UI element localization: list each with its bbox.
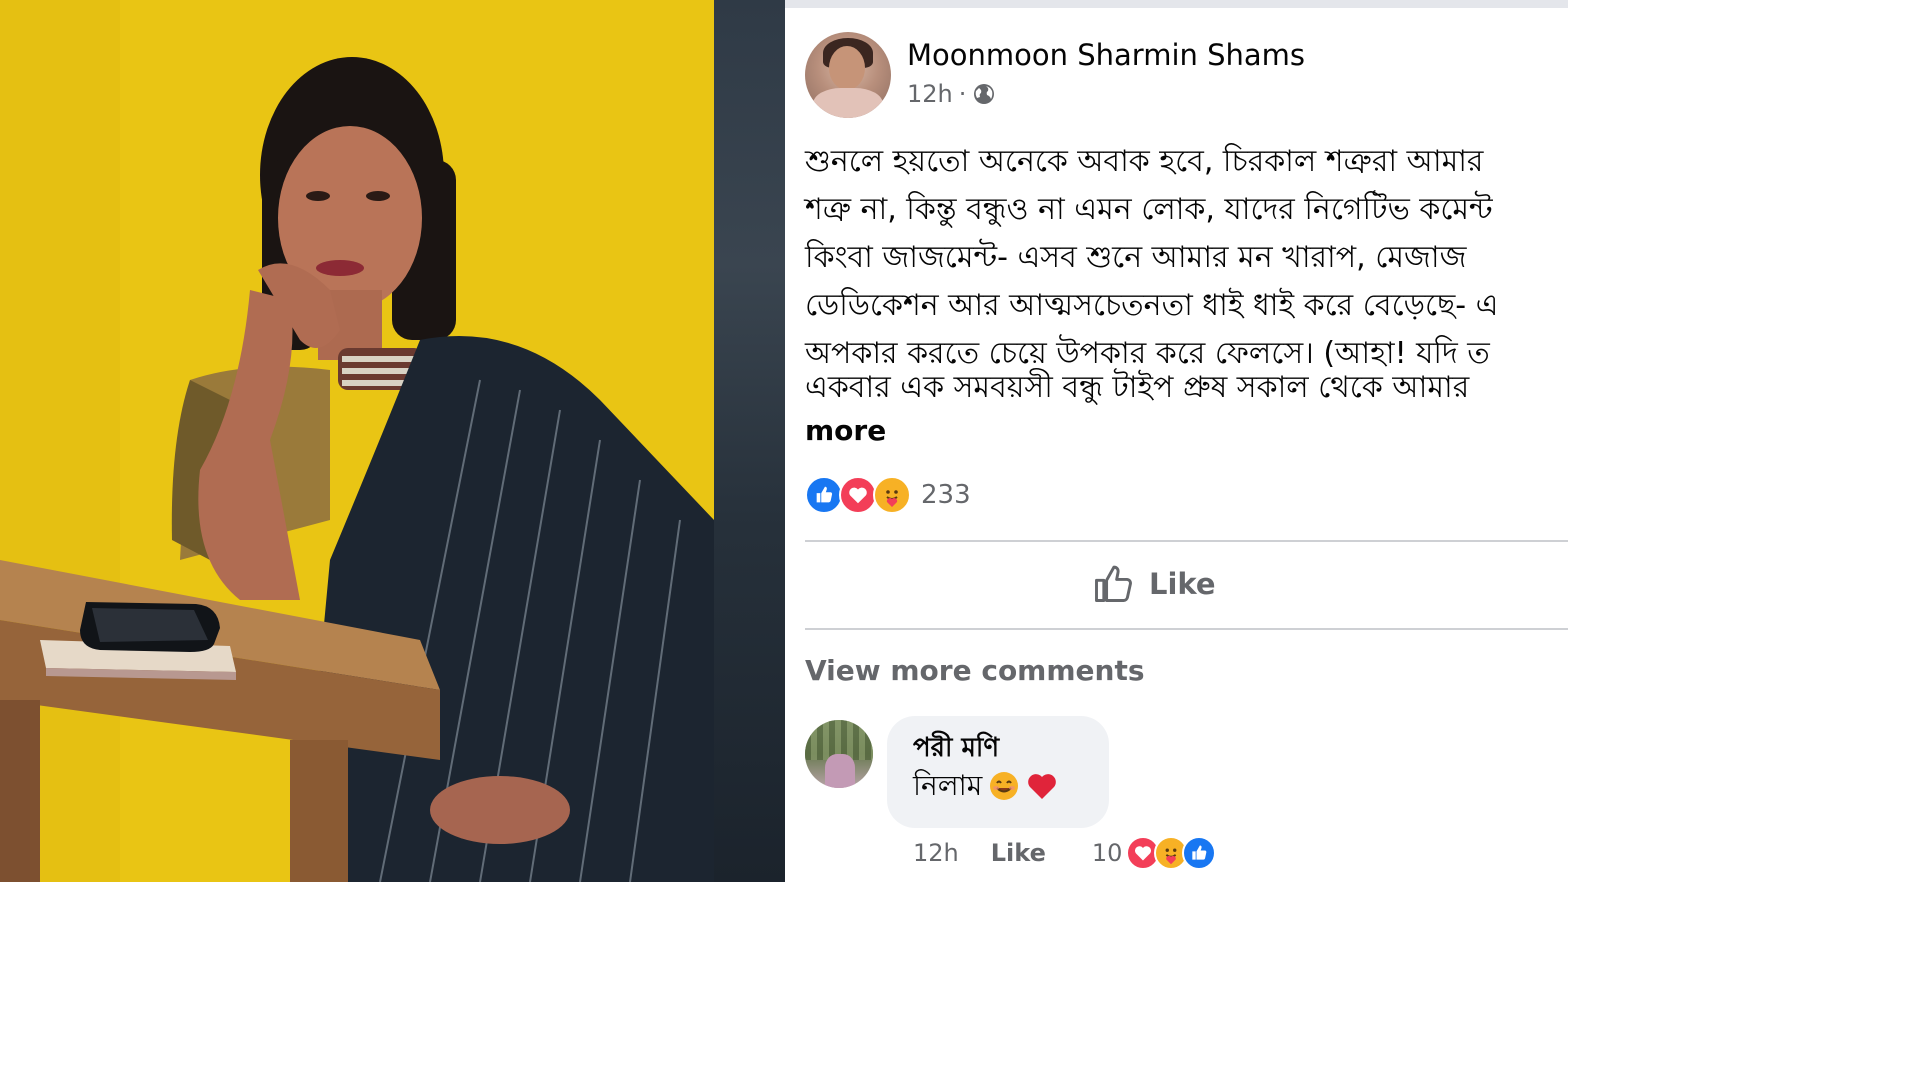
post-body-second-paragraph: একবার এক সমবয়সী বন্ধু টাইপ প্রুষ সকাল থ…	[805, 370, 1470, 405]
reaction-count[interactable]: 233	[921, 480, 971, 510]
comment-author[interactable]: পরী মণি	[913, 730, 1083, 766]
globe-icon[interactable]	[972, 82, 996, 106]
post-body-line: শুনলে হয়তো অনেকে অবাক হবে, চিরকাল শত্রু…	[805, 144, 1484, 179]
like-icon	[1182, 836, 1217, 870]
photo-edge-shadow	[714, 0, 785, 882]
photo-illustration	[0, 0, 714, 882]
love-icon	[839, 476, 877, 514]
comment-actions: 12h Like 10	[913, 836, 1217, 870]
heart-emoji	[1028, 774, 1057, 799]
action-divider-bottom	[805, 628, 1568, 630]
avatar-face	[829, 46, 865, 90]
post-timestamp[interactable]: 12h	[907, 80, 953, 108]
like-button-label: Like	[1149, 567, 1216, 601]
post-meta: 12h ·	[907, 80, 996, 108]
post-body-line: শত্রু না, কিন্তু বন্ধুও না এমন লোক, যাদে…	[805, 192, 1493, 227]
author-name[interactable]: Moonmoon Sharmin Shams	[907, 38, 1305, 72]
thumbs-up-icon	[1095, 565, 1132, 602]
avatar-body	[813, 88, 883, 118]
post-body: শুনলে হয়তো অনেকে অবাক হবে, চিরকাল শত্রু…	[805, 138, 1568, 378]
reaction-summary[interactable]: 233	[805, 476, 971, 514]
post-body-line: কিংবা জাজমেন্ট- এসব শুনে আমার মন খারাপ, …	[805, 240, 1467, 275]
view-more-comments-link[interactable]: View more comments	[805, 654, 1145, 687]
avatar-person	[825, 754, 855, 788]
top-divider-bar	[785, 0, 1568, 8]
smile-emoji	[990, 772, 1019, 800]
like-button[interactable]: Like	[1091, 562, 1216, 606]
comment-timestamp[interactable]: 12h	[913, 839, 959, 867]
facebook-post: Moonmoon Sharmin Shams 12h · শুনলে হয়তো…	[785, 0, 1568, 882]
comment-text: নিলাম	[913, 766, 1083, 806]
post-body-line: ডেডিকেশন আর আত্মসচেতনতা ধাই ধাই করে বেড়…	[805, 288, 1499, 323]
comment-reaction-count[interactable]: 10	[1092, 839, 1123, 867]
action-divider-top	[805, 540, 1568, 542]
like-icon	[805, 476, 843, 514]
care-icon	[873, 476, 911, 514]
meta-separator: ·	[958, 80, 967, 108]
comment-bubble: পরী মণি নিলাম	[887, 716, 1109, 828]
comment-text-body: নিলাম	[913, 769, 983, 802]
commenter-avatar[interactable]	[805, 720, 873, 788]
post-photo[interactable]	[0, 0, 785, 882]
see-more-link[interactable]: more	[805, 414, 886, 447]
author-avatar[interactable]	[805, 32, 891, 118]
comment-like-link[interactable]: Like	[991, 839, 1046, 867]
